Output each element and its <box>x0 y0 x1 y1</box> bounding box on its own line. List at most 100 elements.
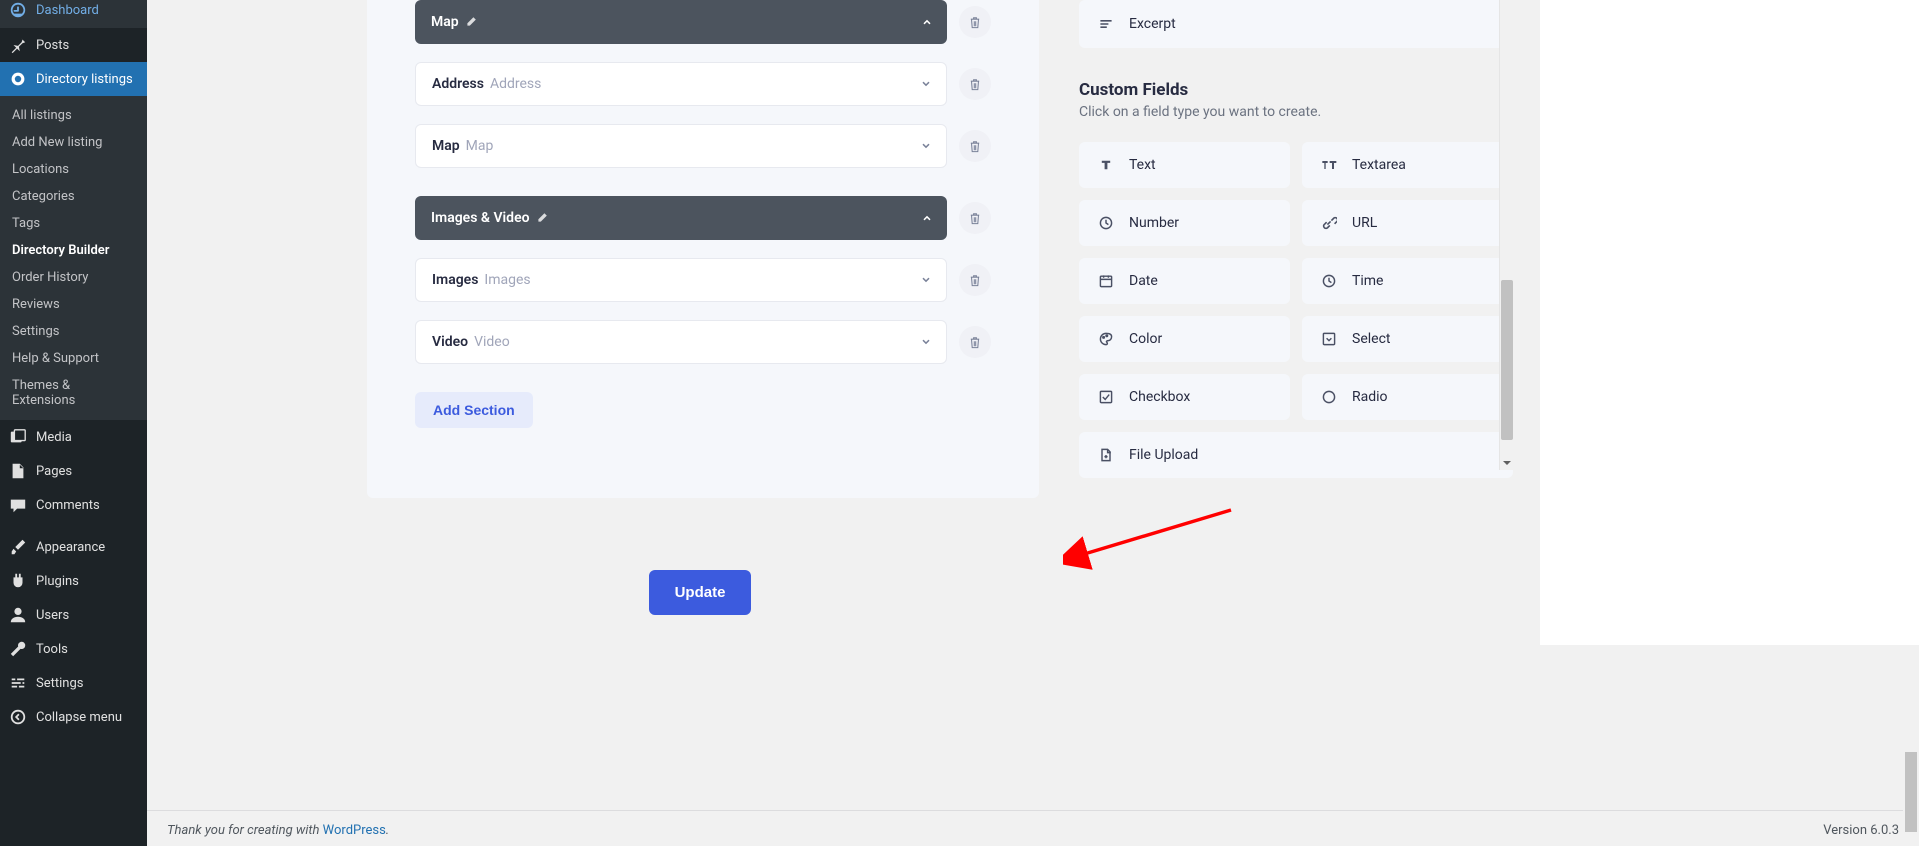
sidebar-sub-directory-builder[interactable]: Directory Builder <box>0 237 147 264</box>
sidebar-sub-themes[interactable]: Themes & Extensions <box>0 372 147 414</box>
custom-field-number[interactable]: Number <box>1079 200 1290 246</box>
delete-field-button[interactable] <box>959 130 991 162</box>
sidebar-sub-settings[interactable]: Settings <box>0 318 147 345</box>
sidebar-label: Plugins <box>36 574 79 589</box>
preset-field-excerpt[interactable]: Excerpt <box>1079 0 1513 48</box>
custom-field-date[interactable]: Date <box>1079 258 1290 304</box>
delete-section-button[interactable] <box>959 202 991 234</box>
select-icon <box>1320 331 1338 347</box>
section-title: Images & Video <box>431 210 530 226</box>
update-button[interactable]: Update <box>649 570 752 615</box>
delete-field-button[interactable] <box>959 264 991 296</box>
field-row-map[interactable]: Map Map <box>415 124 947 168</box>
page-scrollbar[interactable] <box>1903 690 1919 846</box>
custom-field-text[interactable]: Text <box>1079 142 1290 188</box>
sidebar-sub-help[interactable]: Help & Support <box>0 345 147 372</box>
sidebar-item-dashboard[interactable]: Dashboard <box>0 0 147 28</box>
tile-label: File Upload <box>1129 447 1198 463</box>
sidebar-label: Posts <box>36 38 69 53</box>
custom-field-time[interactable]: Time <box>1302 258 1513 304</box>
chevron-down-icon <box>920 274 932 286</box>
sidebar-item-directory-listings[interactable]: Directory listings <box>0 62 147 96</box>
builder-panel: Map Address Address <box>367 0 1039 498</box>
field-label: Video <box>432 334 468 350</box>
pages-icon <box>8 461 28 481</box>
pencil-icon <box>536 212 548 224</box>
add-section-button[interactable]: Add Section <box>415 392 533 428</box>
section-header-images-video[interactable]: Images & Video <box>415 196 947 240</box>
chevron-up-icon <box>921 212 933 224</box>
sidebar-item-users[interactable]: Users <box>0 598 147 632</box>
tile-label: Select <box>1352 331 1390 347</box>
custom-field-checkbox[interactable]: Checkbox <box>1079 374 1290 420</box>
field-label: Images <box>432 272 478 288</box>
field-sublabel: Images <box>484 272 530 288</box>
tile-label: Color <box>1129 331 1162 347</box>
sidebar-sub-tags[interactable]: Tags <box>0 210 147 237</box>
sidebar-item-media[interactable]: Media <box>0 420 147 454</box>
custom-field-file-upload[interactable]: File Upload <box>1079 432 1513 478</box>
sidebar-item-tools[interactable]: Tools <box>0 632 147 666</box>
sidebar-item-collapse[interactable]: Collapse menu <box>0 700 147 734</box>
tile-label: Textarea <box>1352 157 1406 173</box>
field-sublabel: Map <box>466 138 494 154</box>
scroll-down-icon <box>1502 458 1512 468</box>
sidebar-item-pages[interactable]: Pages <box>0 454 147 488</box>
sidebar-label: Settings <box>36 676 83 691</box>
panel-scrollbar[interactable] <box>1499 0 1513 470</box>
tile-label: Time <box>1352 273 1383 289</box>
sidebar-item-appearance[interactable]: Appearance <box>0 530 147 564</box>
field-row-images[interactable]: Images Images <box>415 258 947 302</box>
custom-field-radio[interactable]: Radio <box>1302 374 1513 420</box>
collapse-icon <box>8 707 28 727</box>
sidebar-label: Users <box>36 608 69 623</box>
main-content: Map Address Address <box>147 0 1919 846</box>
field-sublabel: Address <box>490 76 541 92</box>
sidebar-sub-order-history[interactable]: Order History <box>0 264 147 291</box>
user-icon <box>8 605 28 625</box>
tile-label: Checkbox <box>1129 389 1190 405</box>
sidebar-sub-locations[interactable]: Locations <box>0 156 147 183</box>
fields-panel: Excerpt Custom Fields Click on a field t… <box>1039 0 1513 498</box>
sidebar-item-comments[interactable]: Comments <box>0 488 147 522</box>
custom-field-textarea[interactable]: Textarea <box>1302 142 1513 188</box>
sidebar-item-plugins[interactable]: Plugins <box>0 564 147 598</box>
comments-icon <box>8 495 28 515</box>
footer-version: Version 6.0.3 <box>1823 823 1899 838</box>
custom-field-select[interactable]: Select <box>1302 316 1513 362</box>
annotation-arrow <box>1063 500 1243 570</box>
sidebar-item-posts[interactable]: Posts <box>0 28 147 62</box>
field-row-video[interactable]: Video Video <box>415 320 947 364</box>
scrollbar-thumb[interactable] <box>1905 752 1917 832</box>
tile-label: Date <box>1129 273 1158 289</box>
tile-label: Number <box>1129 215 1179 231</box>
delete-section-button[interactable] <box>959 6 991 38</box>
custom-field-color[interactable]: Color <box>1079 316 1290 362</box>
brush-icon <box>8 537 28 557</box>
footer-wp-link[interactable]: WordPress <box>323 823 386 838</box>
sidebar-sub-categories[interactable]: Categories <box>0 183 147 210</box>
delete-field-button[interactable] <box>959 68 991 100</box>
sidebar-sub-all-listings[interactable]: All listings <box>0 102 147 129</box>
chevron-up-icon <box>921 16 933 28</box>
field-label: Map <box>432 138 460 154</box>
footer-dot: . <box>386 823 389 838</box>
palette-icon <box>1097 331 1115 347</box>
scrollbar-thumb[interactable] <box>1501 280 1513 440</box>
sidebar-sub-reviews[interactable]: Reviews <box>0 291 147 318</box>
sidebar-label: Directory listings <box>36 72 133 87</box>
custom-field-url[interactable]: URL <box>1302 200 1513 246</box>
field-row-address[interactable]: Address Address <box>415 62 947 106</box>
plug-icon <box>8 571 28 591</box>
checkbox-icon <box>1097 389 1115 405</box>
link-icon <box>1320 215 1338 231</box>
section-header-map[interactable]: Map <box>415 0 947 44</box>
chevron-down-icon <box>920 336 932 348</box>
sidebar-item-settings[interactable]: Settings <box>0 666 147 700</box>
directory-icon <box>8 69 28 89</box>
delete-field-button[interactable] <box>959 326 991 358</box>
file-icon <box>1097 447 1115 463</box>
sidebar-sub-add-new[interactable]: Add New listing <box>0 129 147 156</box>
blank-area <box>1540 0 1919 645</box>
sidebar-label: Appearance <box>36 540 105 555</box>
